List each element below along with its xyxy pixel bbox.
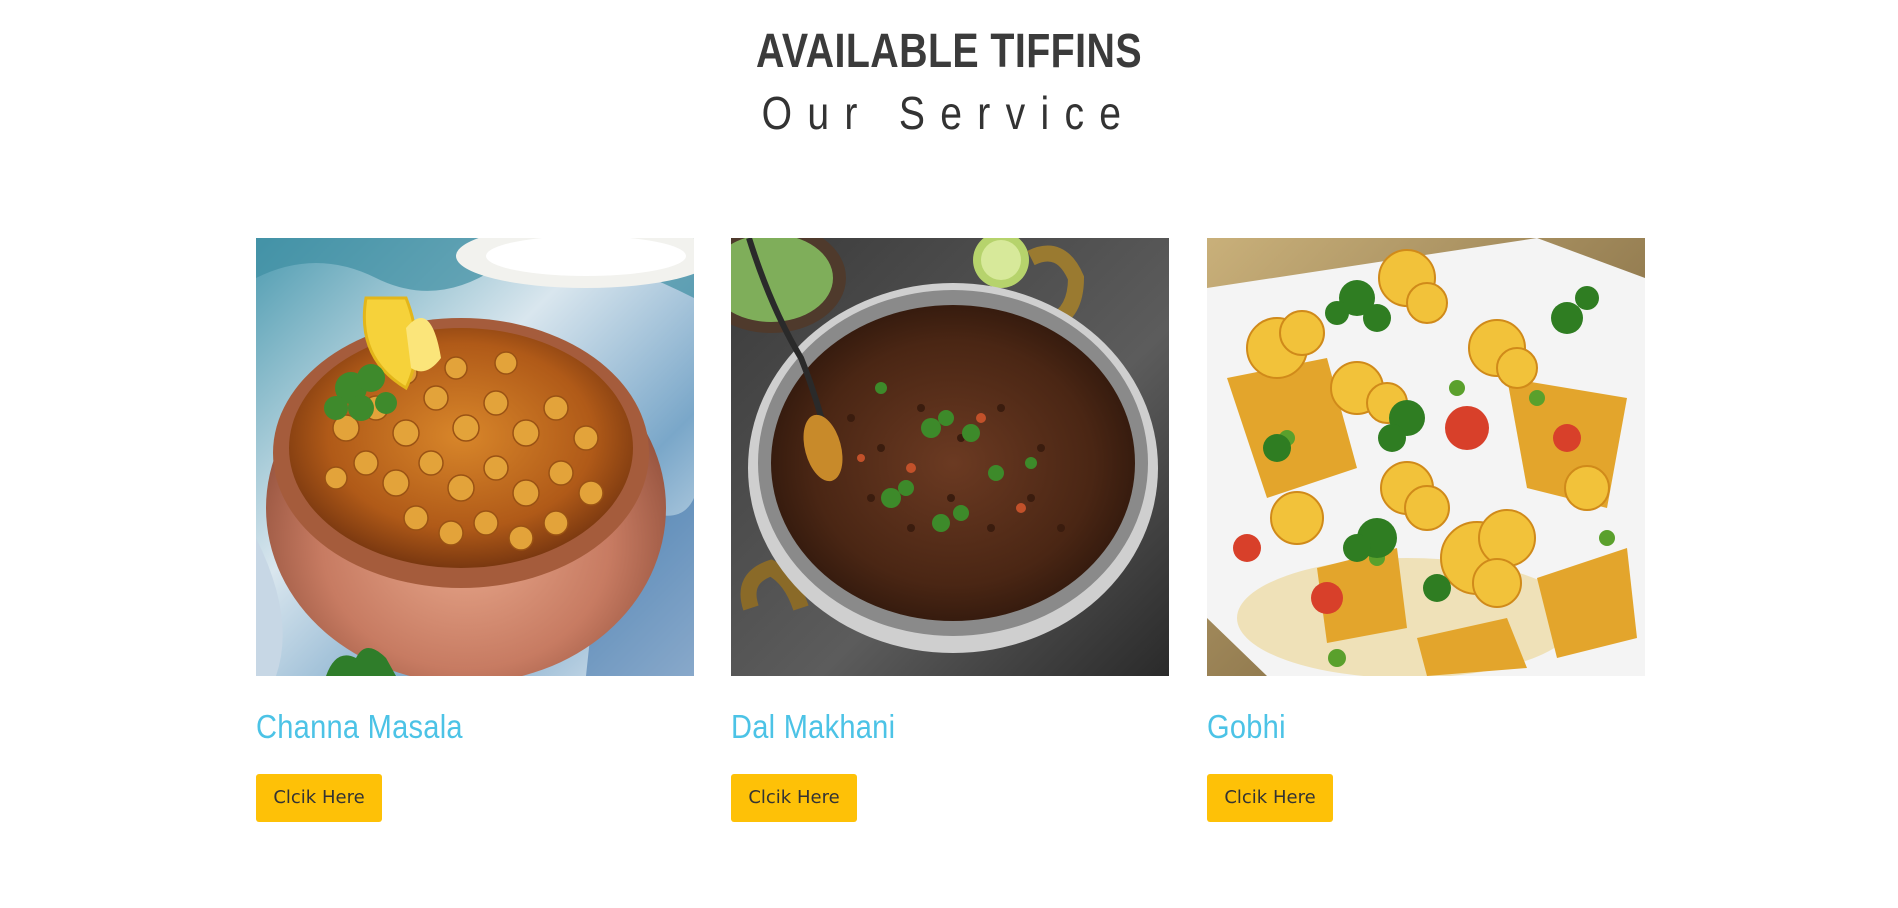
channa-masala-click-here-button[interactable]: Clcik Here [256, 774, 382, 822]
tiffin-card-gobhi: Gobhi Clcik Here [1207, 238, 1645, 822]
section-header: AVAILABLE TIFFINS Our Service [0, 22, 1898, 144]
tiffin-name: Dal Makhani [731, 708, 896, 745]
tiffin-name: Channa Masala [256, 708, 463, 745]
tiffin-card-channa-masala: Channa Masala Clcik Here [256, 238, 694, 822]
section-subtitle: Our Service [761, 87, 1137, 139]
dal-makhani-photo [731, 238, 1169, 676]
tiffin-name: Gobhi [1207, 708, 1286, 745]
gobhi-click-here-button[interactable]: Clcik Here [1207, 774, 1333, 822]
tiffin-card-dal-makhani: Dal Makhani Clcik Here [731, 238, 1169, 822]
channa-masala-photo [256, 238, 694, 676]
dal-makhani-click-here-button[interactable]: Clcik Here [731, 774, 857, 822]
section-title: AVAILABLE TIFFINS [756, 25, 1142, 78]
gobhi-photo [1207, 238, 1645, 676]
